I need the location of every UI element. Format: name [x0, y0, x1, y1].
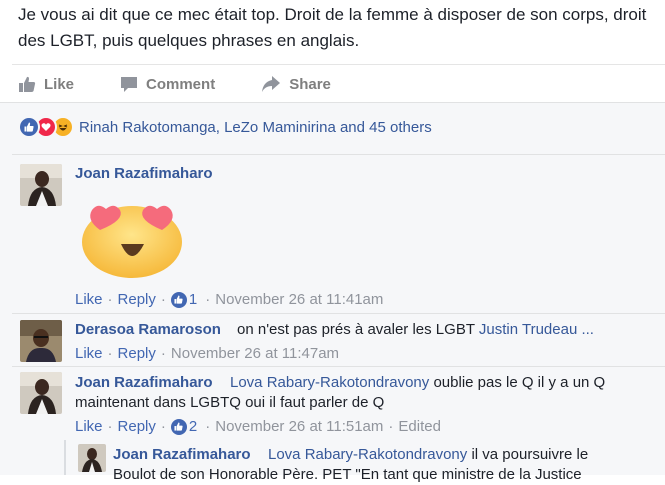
- reply-thread-line: [64, 440, 66, 475]
- reactions-names[interactable]: Rinah Rakotomanga, LeZo Maminirina and 4…: [79, 119, 432, 136]
- edited-label[interactable]: Edited: [398, 418, 441, 435]
- avatar[interactable]: [20, 372, 62, 414]
- post-action-bar: Like Comment Share: [18, 72, 377, 96]
- comment-reply-link[interactable]: Reply: [118, 345, 156, 362]
- comment-author[interactable]: Joan Razafimaharo: [75, 374, 213, 391]
- heart-eyes-emoji-sticker: [78, 192, 186, 285]
- like-button[interactable]: Like: [18, 75, 74, 93]
- comment-like-count[interactable]: 1: [170, 291, 197, 308]
- comment-button-label: Comment: [146, 75, 216, 93]
- comment-author[interactable]: Derasoa Ramaroson: [75, 321, 221, 338]
- comment-text-line: Lova Rabary-Rakotondravony il va poursui…: [268, 446, 589, 463]
- comment-timestamp[interactable]: November 26 at 11:51am: [215, 418, 383, 435]
- divider: [12, 366, 665, 367]
- comment-author[interactable]: Joan Razafimaharo: [113, 446, 251, 463]
- comment-like-link[interactable]: Like: [75, 418, 103, 435]
- comment-mention[interactable]: Justin Trudeau ...: [479, 321, 594, 338]
- share-button-label: Share: [289, 75, 331, 93]
- divider: [12, 154, 665, 155]
- like-badge-icon: [170, 291, 187, 308]
- like-button-label: Like: [44, 75, 75, 93]
- post-text: Je vous ai dit que ce mec était top. Dro…: [18, 5, 647, 50]
- comment-meta: Like · Reply · 2 · November 26 at 11:51a…: [75, 418, 441, 435]
- like-badge-icon: [170, 418, 187, 435]
- comment-reply-link[interactable]: Reply: [118, 418, 156, 435]
- comment-meta: Like · Reply · 1 · November 26 at 11:41a…: [75, 291, 384, 308]
- divider: [12, 64, 665, 65]
- reactions-summary[interactable]: Rinah Rakotomanga, LeZo Maminirina and 4…: [18, 116, 432, 138]
- comment-button[interactable]: Comment: [120, 75, 215, 93]
- share-button[interactable]: Share: [261, 75, 331, 93]
- comment-like-count[interactable]: 2: [170, 418, 197, 435]
- comment-text: on n'est pas prés à avaler les LGBT Just…: [237, 321, 594, 338]
- comment-timestamp[interactable]: November 26 at 11:41am: [215, 291, 383, 308]
- thumbs-up-icon: [18, 75, 36, 93]
- comment-text-line: Boulot de son Honorable Père. PET "En ta…: [113, 466, 582, 483]
- comment-text-line: maintenant dans LGBTQ oui il faut parler…: [75, 394, 385, 411]
- comment-meta: Like · Reply · November 26 at 11:47am: [75, 345, 340, 362]
- avatar[interactable]: [20, 320, 62, 362]
- comment-author[interactable]: Joan Razafimaharo: [75, 165, 213, 182]
- avatar[interactable]: [78, 444, 106, 472]
- avatar[interactable]: [20, 164, 62, 206]
- divider: [12, 313, 665, 314]
- comment-reply-link[interactable]: Reply: [118, 291, 156, 308]
- comment-mention[interactable]: Lova Rabary-Rakotondravony: [230, 374, 429, 391]
- comment-timestamp[interactable]: November 26 at 11:47am: [171, 345, 339, 362]
- comment-mention[interactable]: Lova Rabary-Rakotondravony: [268, 446, 467, 463]
- share-arrow-icon: [261, 75, 281, 93]
- comment-like-link[interactable]: Like: [75, 345, 103, 362]
- comment-text-line: Lova Rabary-Rakotondravony oublie pas le…: [230, 374, 606, 391]
- comment-like-link[interactable]: Like: [75, 291, 103, 308]
- like-reaction-icon: [18, 116, 40, 138]
- comment-icon: [120, 75, 138, 93]
